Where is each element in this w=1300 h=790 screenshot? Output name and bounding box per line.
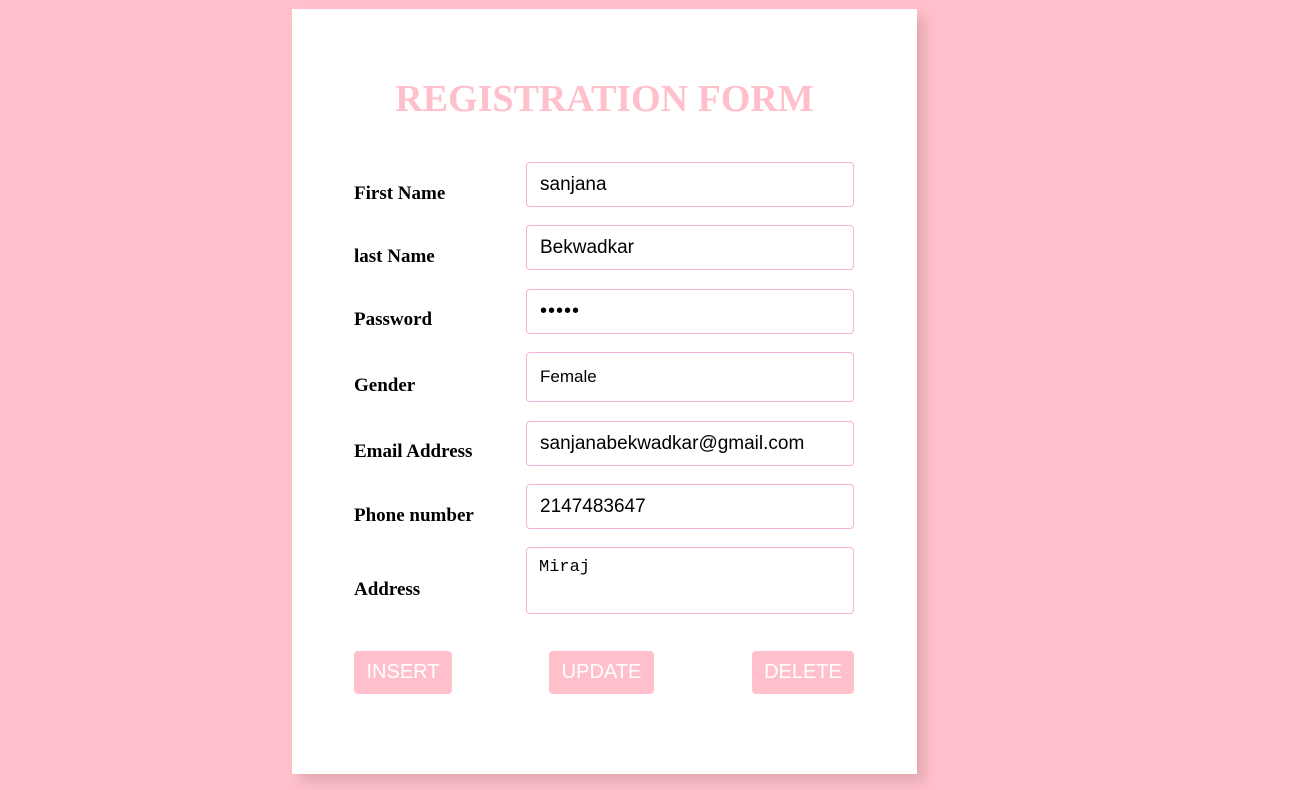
address-label: Address (354, 579, 421, 600)
last-name-input[interactable]: Bekwadkar (526, 225, 854, 270)
gender-label: Gender (354, 375, 416, 396)
phone-input[interactable]: 2147483647 (526, 484, 854, 529)
update-button[interactable]: UPDATE (549, 651, 654, 694)
first-name-input[interactable]: sanjana (526, 162, 854, 207)
password-label: Password (354, 309, 433, 330)
form-title: REGISTRATION FORM (395, 78, 814, 120)
address-textarea[interactable]: Miraj (526, 547, 854, 614)
phone-label: Phone number (354, 505, 474, 526)
insert-button[interactable]: INSERT (354, 651, 452, 694)
delete-button[interactable]: DELETE (752, 651, 854, 694)
password-input[interactable]: ••••• (526, 289, 854, 334)
last-name-label: last Name (354, 246, 435, 267)
gender-select[interactable]: Female (526, 352, 854, 402)
registration-card: REGISTRATION FORM First Name sanjana las… (292, 9, 917, 774)
email-label: Email Address (354, 441, 473, 462)
first-name-label: First Name (354, 183, 446, 204)
email-input[interactable]: sanjanabekwadkar@gmail.com (526, 421, 854, 466)
